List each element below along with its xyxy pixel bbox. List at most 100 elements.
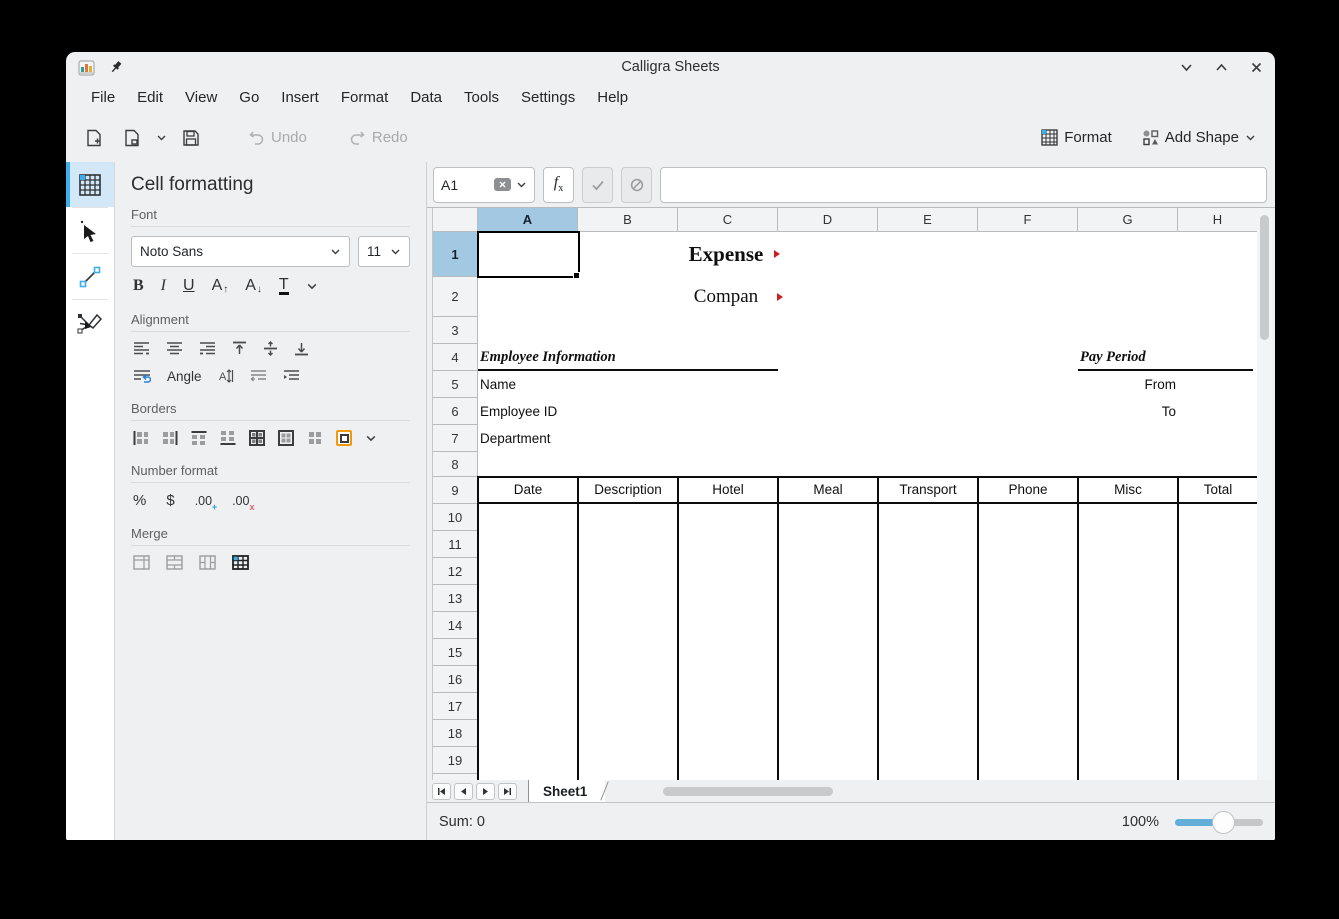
column-header-e[interactable]: E (878, 208, 978, 232)
row-header-8[interactable]: 8 (433, 452, 478, 477)
cell-to-label[interactable]: To (1078, 398, 1176, 425)
column-header-b[interactable]: B (578, 208, 678, 232)
shrink-font-button[interactable]: A↓ (245, 277, 262, 295)
select-all-corner[interactable] (433, 208, 478, 232)
column-header-d[interactable]: D (778, 208, 878, 232)
cell-expense-title[interactable]: Expense (626, 232, 826, 277)
zoom-slider[interactable] (1175, 810, 1263, 834)
align-top-button[interactable] (232, 341, 247, 356)
dissociate-cells-button[interactable] (232, 555, 249, 570)
cell-pay-period[interactable]: Pay Period (1080, 344, 1146, 371)
vertical-text-button[interactable]: A (218, 368, 234, 384)
angle-button[interactable]: Angle (167, 369, 202, 384)
cell-department-label[interactable]: Department (480, 425, 551, 452)
cell-reference-box[interactable]: A1 (433, 167, 535, 203)
sheet-tab-sheet1[interactable]: Sheet1 (528, 780, 605, 802)
align-left-button[interactable] (133, 341, 150, 356)
row-header-7[interactable]: 7 (433, 425, 478, 452)
underline-button[interactable]: U (183, 277, 195, 295)
close-button[interactable] (1250, 61, 1263, 74)
open-document-button[interactable] (118, 124, 146, 152)
bold-button[interactable]: B (133, 277, 144, 295)
horizontal-scrollbar-thumb[interactable] (663, 787, 833, 796)
cell-header-total[interactable]: Total (1179, 478, 1257, 502)
maximize-button[interactable] (1215, 61, 1228, 74)
currency-format-button[interactable]: $ (166, 492, 174, 509)
vertical-scrollbar[interactable] (1257, 208, 1272, 780)
row-header-2[interactable]: 2 (433, 277, 478, 317)
menu-view[interactable]: View (174, 86, 228, 109)
cell-name-label[interactable]: Name (480, 371, 516, 398)
wrap-text-button[interactable] (133, 369, 151, 384)
row-header-14[interactable]: 14 (433, 612, 478, 639)
column-header-h[interactable]: H (1178, 208, 1257, 232)
menu-format[interactable]: Format (330, 86, 400, 109)
row-header-6[interactable]: 6 (433, 398, 478, 425)
vertical-scrollbar-thumb[interactable] (1260, 215, 1269, 340)
cell-tool-button[interactable] (66, 162, 114, 207)
format-button[interactable]: Format (1036, 124, 1117, 151)
font-color-button[interactable]: T (279, 277, 289, 295)
border-left-button[interactable] (133, 430, 149, 446)
cell-header-hotel[interactable]: Hotel (679, 478, 777, 502)
undo-button[interactable]: Undo (243, 124, 312, 151)
last-sheet-button[interactable] (498, 783, 517, 800)
cell-header-date[interactable]: Date (479, 478, 577, 502)
menu-tools[interactable]: Tools (453, 86, 510, 109)
menu-settings[interactable]: Settings (510, 86, 586, 109)
new-document-button[interactable] (80, 124, 108, 152)
cell-header-misc[interactable]: Misc (1079, 478, 1177, 502)
column-header-g[interactable]: G (1078, 208, 1178, 232)
row-header-15[interactable]: 15 (433, 639, 478, 666)
row-header-12[interactable]: 12 (433, 558, 478, 585)
save-button[interactable] (177, 124, 205, 152)
minimize-button[interactable] (1180, 61, 1193, 74)
align-middle-button[interactable] (263, 341, 278, 356)
cell-selection-a1[interactable] (477, 231, 580, 278)
merge-horizontal-button[interactable] (166, 555, 183, 570)
next-sheet-button[interactable] (476, 783, 495, 800)
row-header-1[interactable]: 1 (433, 232, 478, 277)
row-header-17[interactable]: 17 (433, 693, 478, 720)
menu-edit[interactable]: Edit (126, 86, 174, 109)
row-header-19[interactable]: 19 (433, 747, 478, 774)
previous-sheet-button[interactable] (454, 783, 473, 800)
connector-tool-button[interactable] (66, 254, 114, 299)
align-bottom-button[interactable] (294, 341, 309, 356)
row-header-13[interactable]: 13 (433, 585, 478, 612)
decrease-precision-button[interactable]: .00x (232, 494, 249, 508)
align-right-button[interactable] (199, 341, 216, 356)
cell-from-label[interactable]: From (1078, 371, 1176, 398)
border-all-button[interactable] (249, 430, 265, 446)
path-editing-tool-button[interactable] (66, 300, 114, 345)
cell-header-description[interactable]: Description (579, 478, 677, 502)
add-shape-button[interactable]: Add Shape (1137, 124, 1261, 151)
merge-vertical-button[interactable] (199, 555, 216, 570)
cell-employee-information[interactable]: Employee Information (480, 344, 616, 371)
increase-precision-button[interactable]: .00+ (195, 494, 212, 508)
italic-button[interactable]: I (161, 277, 166, 295)
row-header-10[interactable]: 10 (433, 504, 478, 531)
menu-go[interactable]: Go (228, 86, 270, 109)
row-header-20[interactable]: 20 (433, 774, 478, 780)
cell-header-phone[interactable]: Phone (979, 478, 1077, 502)
row-header-11[interactable]: 11 (433, 531, 478, 558)
zoom-slider-handle[interactable] (1212, 811, 1235, 834)
sheet-canvas[interactable]: A B C D E F G H 1 2 3 4 5 6 7 8 (432, 208, 1257, 780)
menu-file[interactable]: File (80, 86, 126, 109)
first-sheet-button[interactable] (432, 783, 451, 800)
grow-font-button[interactable]: A↑ (212, 277, 229, 295)
row-header-3[interactable]: 3 (433, 317, 478, 344)
cell-company-subtitle[interactable]: Compan (626, 277, 826, 317)
accept-formula-button[interactable] (582, 167, 613, 203)
font-size-select[interactable]: 11 (358, 236, 410, 267)
font-family-select[interactable]: Noto Sans (131, 236, 350, 267)
border-right-button[interactable] (162, 430, 178, 446)
menu-help[interactable]: Help (586, 86, 639, 109)
row-header-4[interactable]: 4 (433, 344, 478, 371)
row-header-5[interactable]: 5 (433, 371, 478, 398)
cancel-formula-button[interactable] (621, 167, 652, 203)
cell-employee-id-label[interactable]: Employee ID (480, 398, 557, 425)
border-color-button[interactable] (336, 430, 352, 446)
border-none-button[interactable] (307, 430, 323, 446)
